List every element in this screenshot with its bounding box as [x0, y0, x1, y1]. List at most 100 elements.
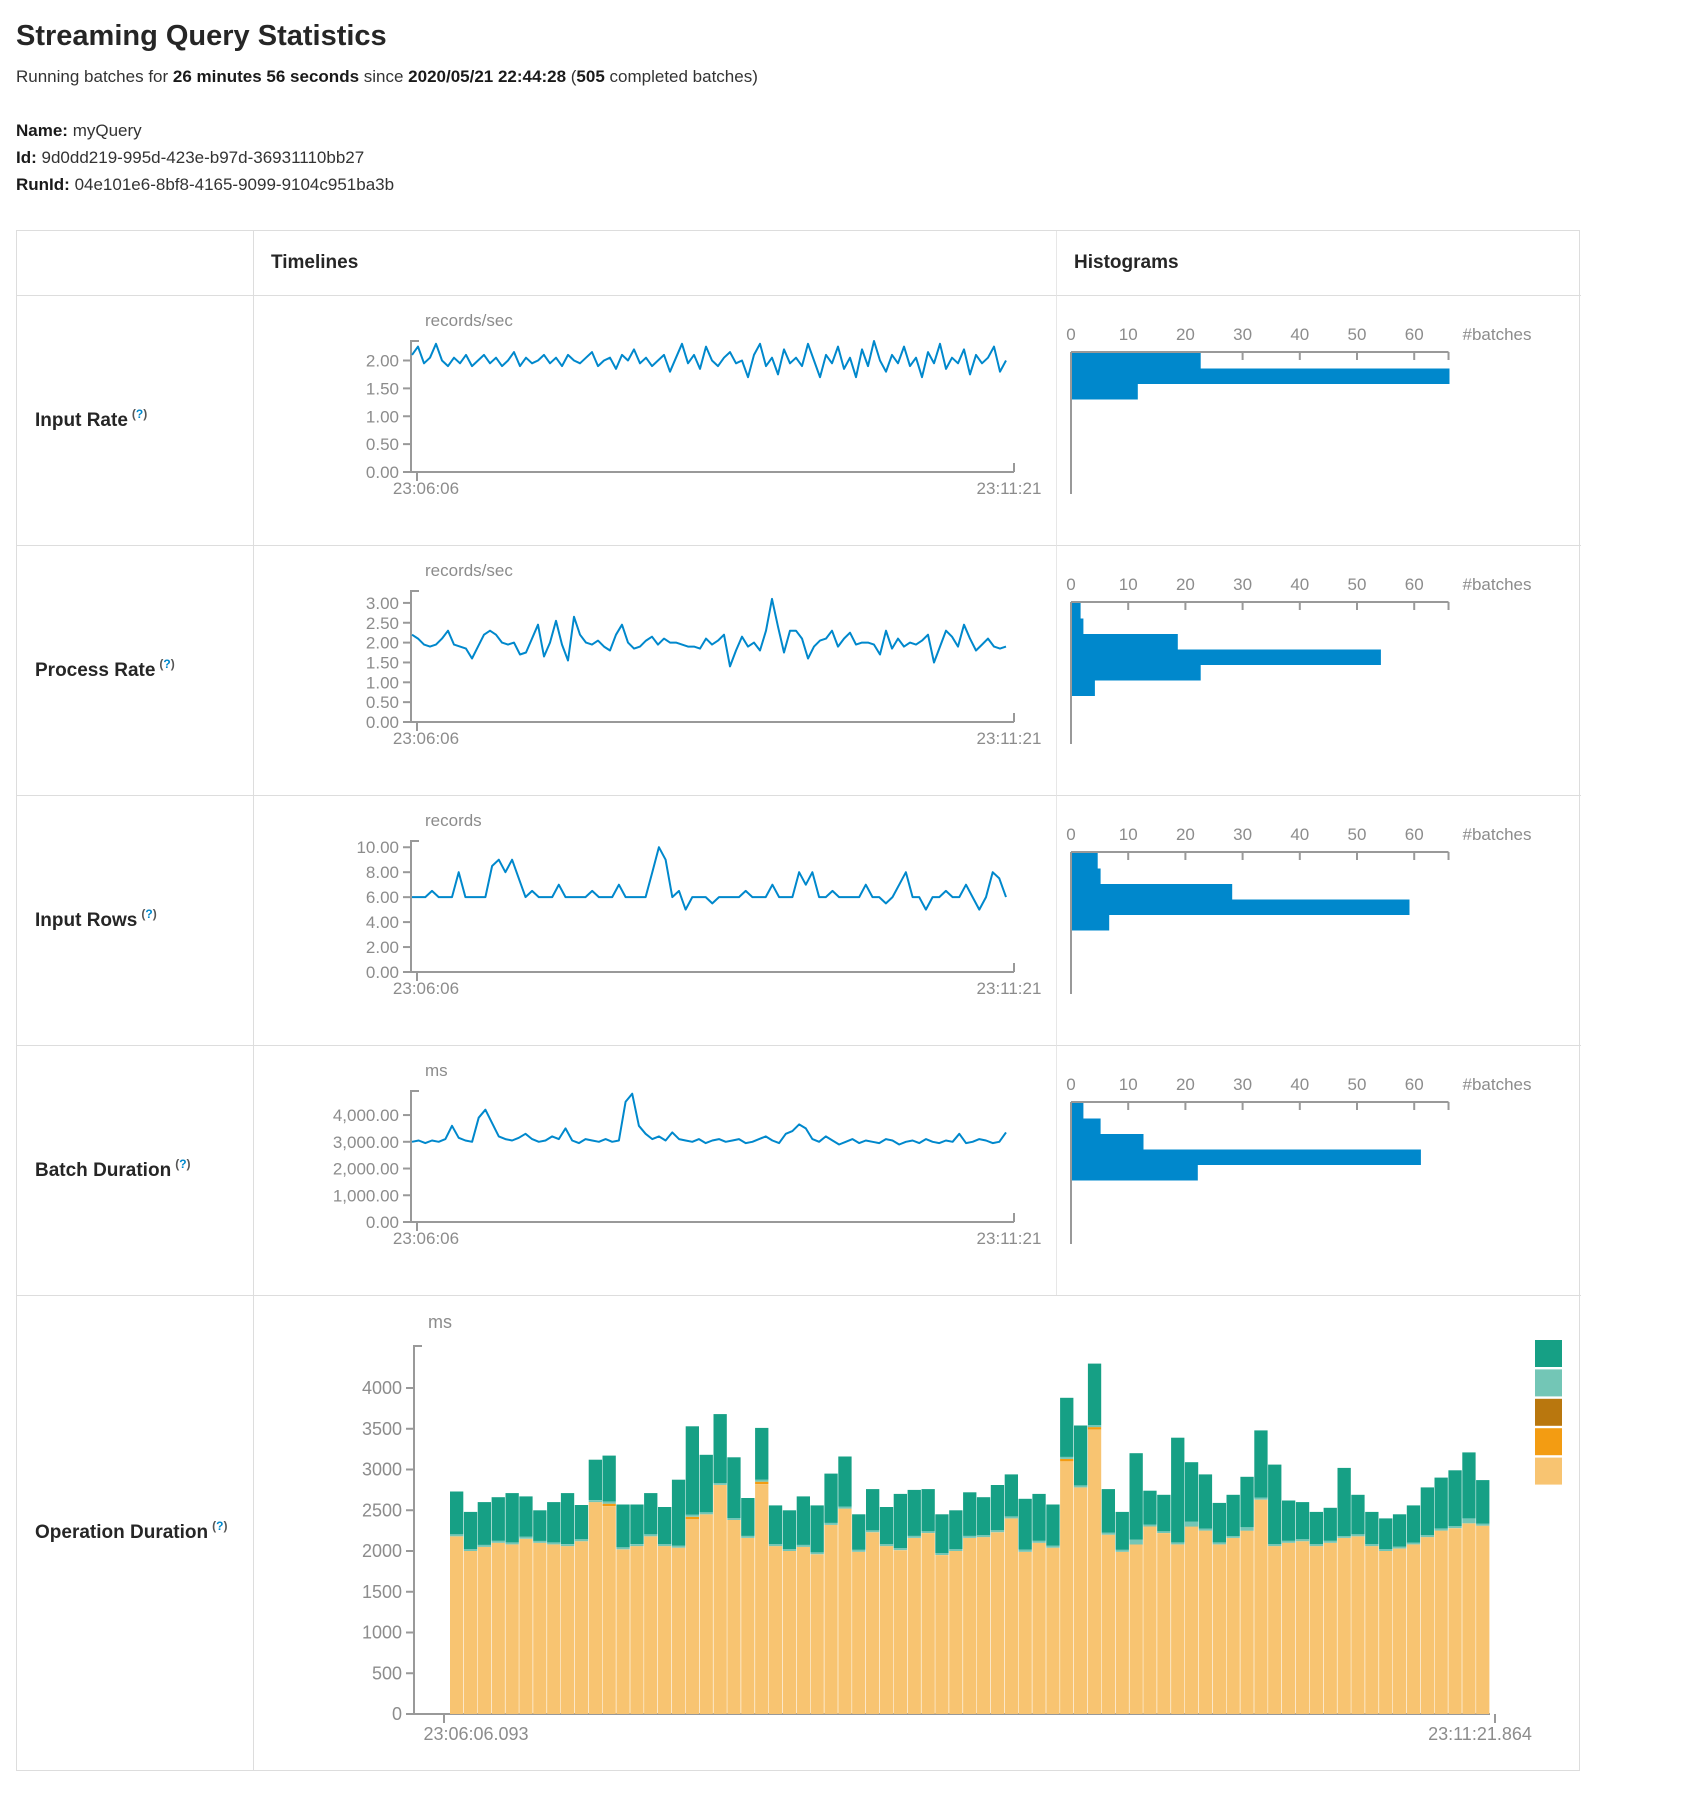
input-rows-histogram-cell: 0102030405060#batches — [1056, 795, 1581, 1045]
svg-text:1.00: 1.00 — [366, 673, 399, 692]
svg-text:20: 20 — [1176, 575, 1195, 594]
svg-text:ms: ms — [428, 1312, 452, 1332]
query-id-row: Id: 9d0dd219-995d-423e-b97d-36931110bb27 — [16, 144, 1693, 171]
query-runid-value: 04e101e6-8bf8-4165-9099-9104c951ba3b — [75, 175, 395, 194]
svg-text:30: 30 — [1233, 575, 1252, 594]
query-runid-label: RunId: — [16, 175, 70, 194]
batch-duration-timeline-cell: ms4,000.003,000.002,000.001,000.000.0023… — [254, 1045, 1056, 1295]
input-rows-timeline-chart: records10.008.006.004.002.000.0023:06:06… — [254, 796, 1055, 1045]
query-name-row: Name: myQuery — [16, 117, 1693, 144]
running-duration: 26 minutes 56 seconds — [173, 67, 359, 86]
svg-text:#batches: #batches — [1463, 575, 1532, 594]
svg-text:1000: 1000 — [362, 1623, 402, 1643]
process-rate-help-icon[interactable]: (?) — [159, 657, 174, 671]
start-time: 2020/05/21 22:44:28 — [408, 67, 566, 86]
svg-text:0: 0 — [1066, 325, 1075, 344]
operation-duration-help-icon[interactable]: (?) — [212, 1519, 227, 1533]
svg-text:#batches: #batches — [1463, 1075, 1532, 1094]
svg-text:40: 40 — [1290, 325, 1309, 344]
svg-text:3000: 3000 — [362, 1460, 402, 1480]
svg-text:23:06:06.093: 23:06:06.093 — [423, 1724, 528, 1744]
operation-duration-legend-swatch-3 — [1535, 1428, 1562, 1455]
input-rate-help-icon[interactable]: (?) — [132, 407, 147, 421]
svg-text:30: 30 — [1233, 325, 1252, 344]
batch-duration-help-icon[interactable]: (?) — [175, 1157, 190, 1171]
svg-text:3,000.00: 3,000.00 — [333, 1133, 399, 1152]
svg-text:20: 20 — [1176, 825, 1195, 844]
svg-text:60: 60 — [1405, 825, 1424, 844]
svg-text:2.00: 2.00 — [366, 938, 399, 957]
svg-text:23:11:21: 23:11:21 — [977, 479, 1042, 498]
row-label-input-rows: Input Rows (?) — [17, 795, 254, 1045]
input-rows-timeline-cell: records10.008.006.004.002.000.0023:06:06… — [254, 795, 1056, 1045]
svg-text:1500: 1500 — [362, 1582, 402, 1602]
page-title: Streaming Query Statistics — [16, 20, 1693, 53]
input-rows-help-icon[interactable]: (?) — [141, 907, 156, 921]
svg-text:10: 10 — [1119, 825, 1138, 844]
svg-text:50: 50 — [1348, 325, 1367, 344]
operation-duration-legend-swatch-1 — [1535, 1369, 1562, 1396]
operation-duration-legend-swatch-4 — [1535, 1458, 1562, 1485]
statistics-table: Timelines Histograms Input Rate (?) reco… — [16, 230, 1580, 1771]
svg-text:23:11:21: 23:11:21 — [977, 729, 1042, 748]
svg-text:500: 500 — [372, 1663, 402, 1683]
svg-text:8.00: 8.00 — [366, 863, 399, 882]
column-header-histograms: Histograms — [1056, 231, 1581, 295]
svg-text:2,000.00: 2,000.00 — [333, 1160, 399, 1179]
svg-text:2.00: 2.00 — [366, 634, 399, 653]
svg-text:23:11:21: 23:11:21 — [977, 1229, 1042, 1248]
process-rate-histogram-cell: 0102030405060#batches — [1056, 545, 1581, 795]
operation-duration-chart-cell: ms4000350030002500200015001000500023:06:… — [254, 1295, 1581, 1770]
column-header-timelines: Timelines — [254, 231, 1056, 295]
svg-text:40: 40 — [1290, 825, 1309, 844]
operation-duration-legend-swatch-2 — [1535, 1399, 1562, 1426]
svg-text:30: 30 — [1233, 1075, 1252, 1094]
svg-text:1.50: 1.50 — [366, 653, 399, 672]
svg-text:23:06:06: 23:06:06 — [393, 479, 459, 498]
query-id-value: 9d0dd219-995d-423e-b97d-36931110bb27 — [42, 148, 365, 167]
svg-text:60: 60 — [1405, 325, 1424, 344]
svg-text:0: 0 — [1066, 1075, 1075, 1094]
svg-text:60: 60 — [1405, 575, 1424, 594]
svg-text:4000: 4000 — [362, 1378, 402, 1398]
svg-text:1.50: 1.50 — [366, 379, 399, 398]
svg-text:0: 0 — [1066, 575, 1075, 594]
svg-text:40: 40 — [1290, 1075, 1309, 1094]
svg-text:50: 50 — [1348, 1075, 1367, 1094]
row-label-input-rate: Input Rate (?) — [17, 295, 254, 545]
svg-text:23:06:06: 23:06:06 — [393, 1229, 459, 1248]
svg-text:50: 50 — [1348, 825, 1367, 844]
svg-text:2000: 2000 — [362, 1541, 402, 1561]
streaming-query-statistics-page: Streaming Query Statistics Running batch… — [0, 0, 1693, 1791]
row-label-process-rate: Process Rate (?) — [17, 545, 254, 795]
svg-text:23:06:06: 23:06:06 — [393, 979, 459, 998]
svg-text:10: 10 — [1119, 1075, 1138, 1094]
svg-text:50: 50 — [1348, 575, 1367, 594]
row-label-operation-duration: Operation Duration (?) — [17, 1295, 254, 1770]
input-rate-histogram-chart: 0102030405060#batches — [1057, 296, 1580, 545]
svg-text:30: 30 — [1233, 825, 1252, 844]
svg-text:10.00: 10.00 — [356, 838, 399, 857]
svg-text:4.00: 4.00 — [366, 913, 399, 932]
batch-duration-histogram-cell: 0102030405060#batches — [1056, 1045, 1581, 1295]
query-id-label: Id: — [16, 148, 37, 167]
svg-text:0: 0 — [1066, 825, 1075, 844]
query-runid-row: RunId: 04e101e6-8bf8-4165-9099-9104c951b… — [16, 171, 1693, 198]
query-name-value: myQuery — [73, 121, 142, 140]
input-rate-histogram-cell: 0102030405060#batches — [1056, 295, 1581, 545]
svg-text:1.00: 1.00 — [366, 407, 399, 426]
process-rate-timeline-chart: records/sec3.002.502.001.501.000.500.002… — [254, 546, 1055, 795]
svg-text:#batches: #batches — [1463, 325, 1532, 344]
svg-text:2.00: 2.00 — [366, 352, 399, 371]
svg-text:records/sec: records/sec — [425, 311, 513, 330]
svg-text:10: 10 — [1119, 575, 1138, 594]
operation-duration-stacked-chart: ms4000350030002500200015001000500023:06:… — [254, 1296, 1580, 1770]
svg-text:6.00: 6.00 — [366, 888, 399, 907]
svg-text:0: 0 — [392, 1704, 402, 1724]
svg-text:23:11:21.864: 23:11:21.864 — [1428, 1724, 1532, 1744]
row-label-batch-duration: Batch Duration (?) — [17, 1045, 254, 1295]
svg-text:4,000.00: 4,000.00 — [333, 1106, 399, 1125]
process-rate-timeline-cell: records/sec3.002.502.001.501.000.500.002… — [254, 545, 1056, 795]
query-name-label: Name: — [16, 121, 68, 140]
query-metadata: Name: myQuery Id: 9d0dd219-995d-423e-b97… — [16, 117, 1693, 198]
